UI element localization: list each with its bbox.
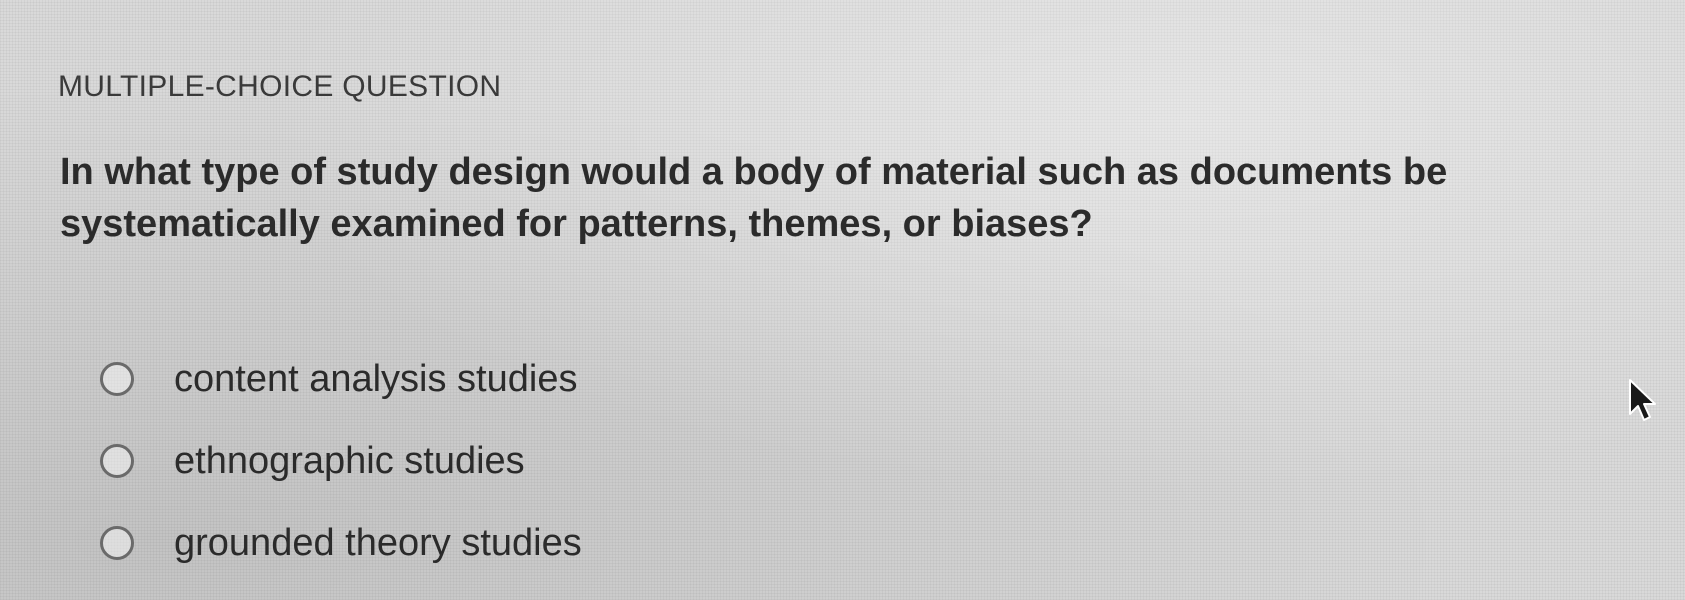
- question-card: MULTIPLE-CHOICE QUESTION In what type of…: [0, 0, 1685, 600]
- option-ethnographic[interactable]: ethnographic studies: [100, 420, 582, 502]
- answer-options: content analysis studies ethnographic st…: [100, 338, 582, 584]
- option-label: content analysis studies: [174, 357, 578, 400]
- question-type-label: MULTIPLE-CHOICE QUESTION: [58, 70, 502, 103]
- mouse-pointer-icon: [1629, 379, 1656, 421]
- radio-button[interactable]: [100, 362, 134, 396]
- option-label: ethnographic studies: [174, 439, 525, 482]
- option-content-analysis[interactable]: content analysis studies: [100, 338, 582, 420]
- option-grounded-theory[interactable]: grounded theory studies: [100, 502, 582, 584]
- radio-button[interactable]: [100, 526, 134, 560]
- question-text: In what type of study design would a bod…: [60, 151, 1448, 245]
- option-label: grounded theory studies: [174, 521, 582, 564]
- radio-button[interactable]: [100, 444, 134, 478]
